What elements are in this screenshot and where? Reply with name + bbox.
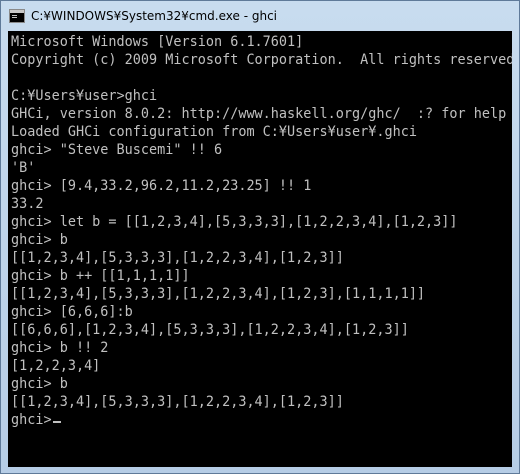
console-line: [[1,2,3,4],[5,3,3,3],[1,2,2,3,4],[1,2,3]…	[11, 286, 426, 302]
console-line: ghci> b	[11, 376, 68, 392]
console-output[interactable]: Microsoft Windows [Version 6.1.7601] Cop…	[8, 31, 512, 467]
console-line: [1,2,2,3,4]	[11, 358, 101, 374]
console-line: Copyright (c) 2009 Microsoft Corporation…	[11, 52, 512, 68]
window-title: C:¥WINDOWS¥System32¥cmd.exe - ghci	[31, 9, 278, 23]
console-line: Microsoft Windows [Version 6.1.7601]	[11, 34, 304, 50]
console-line: [[6,6,6],[1,2,3,4],[5,3,3,3],[1,2,2,3,4]…	[11, 322, 409, 338]
console-line: ghci> [9.4,33.2,96.2,11.2,23.25] !! 1	[11, 178, 312, 194]
console-line: ghci>	[11, 412, 52, 428]
console-line: C:¥Users¥user>ghci	[11, 88, 158, 104]
text-cursor	[53, 421, 61, 423]
console-line: [[1,2,3,4],[5,3,3,3],[1,2,2,3,4],[1,2,3]…	[11, 394, 344, 410]
console-line: ghci> [6,6,6]:b	[11, 304, 133, 320]
console-line: ghci> b !! 2	[11, 340, 109, 356]
console-icon[interactable]	[9, 9, 25, 23]
cmd-window: C:¥WINDOWS¥System32¥cmd.exe - ghci Micro…	[0, 0, 520, 474]
console-line: ghci> "Steve Buscemi" !! 6	[11, 142, 223, 158]
console-line: ghci> b	[11, 232, 68, 248]
console-line: [[1,2,3,4],[5,3,3,3],[1,2,2,3,4],[1,2,3]…	[11, 250, 344, 266]
console-line: ghci> let b = [[1,2,3,4],[5,3,3,3],[1,2,…	[11, 214, 458, 230]
console-line: Loaded GHCi configuration from C:¥Users¥…	[11, 124, 417, 140]
title-bar[interactable]: C:¥WINDOWS¥System32¥cmd.exe - ghci	[1, 1, 519, 31]
console-line: ghci> b ++ [[1,1,1,1]]	[11, 268, 190, 284]
console-line: 33.2	[11, 196, 44, 212]
console-line: GHCi, version 8.0.2: http://www.haskell.…	[11, 106, 507, 122]
console-line: 'B'	[11, 160, 36, 176]
